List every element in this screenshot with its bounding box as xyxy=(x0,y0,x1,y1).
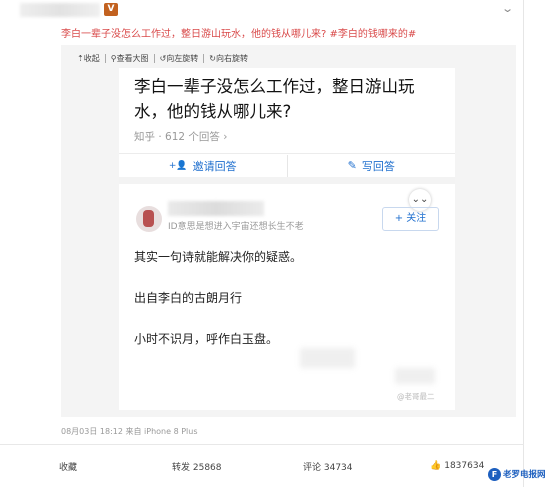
favorite-label: 收藏 xyxy=(59,462,78,473)
toolbar-view-large-label: 查看大图 xyxy=(116,54,149,63)
image-watermark: @老哥最二 xyxy=(397,392,435,401)
post-meta: 08月03日 18:12 来自 iPhone 8 Plus xyxy=(61,427,198,436)
toolbar-view-large[interactable]: ⚲ 查看大图 xyxy=(106,53,154,64)
invite-answer-button: +👤 邀请回答 xyxy=(119,154,287,177)
answer-line: 其实一句诗就能解决你的疑惑。 xyxy=(134,250,303,264)
invite-user-icon: +👤 xyxy=(168,160,188,171)
answerer-name-blurred xyxy=(168,201,264,216)
rotate-left-icon: ↺ xyxy=(159,54,167,63)
comment-button[interactable]: 评论 34734 xyxy=(303,455,353,477)
answerer-avatar xyxy=(136,206,162,232)
toolbar-rotate-left-label: 向左旋转 xyxy=(166,54,199,63)
question-meta: 知乎 · 612 个回答 › xyxy=(134,131,228,143)
site-logo: F 老罗电报网 xyxy=(488,467,546,481)
post-stats-bar: 收藏 转发 25868 评论 34734 👍 1837634 xyxy=(0,455,524,477)
answer-line: 出自李白的古朗月行 xyxy=(134,291,243,305)
answer-line: 小时不识月，呼作白玉盘。 xyxy=(134,332,279,346)
like-count: 1837634 xyxy=(444,461,485,471)
blur-smudge xyxy=(395,368,435,384)
author-name-blurred[interactable] xyxy=(20,3,100,17)
toolbar-collapse[interactable]: ⇡ 收起 xyxy=(72,53,105,64)
site-logo-text: 老罗电报网 xyxy=(503,470,546,480)
like-button[interactable]: 👍 1837634 xyxy=(430,455,484,477)
image-toolbar: ⇡ 收起 ⚲ 查看大图 ↺ 向左旋转 ↻ 向右旋转 xyxy=(72,53,253,64)
post-text-link[interactable]: 钱从哪儿来? xyxy=(271,29,326,40)
post-text: 李白一辈子没怎么工作过，整日游山玩水，他的钱从哪儿来? #李白的钱哪来的# xyxy=(61,25,416,40)
edit-icon: ✎ xyxy=(347,159,357,172)
stats-divider xyxy=(0,444,524,445)
toolbar-collapse-label: 收起 xyxy=(83,54,100,63)
favorite-button[interactable]: 收藏 xyxy=(59,455,77,477)
write-answer-button: ✎ 写回答 xyxy=(288,154,456,177)
weibo-post-card: V ⌄ 李白一辈子没怎么工作过，整日游山玩水，他的钱从哪儿来? #李白的钱哪来的… xyxy=(0,0,524,487)
answerer-bio: ID意思是想进入宇宙还想长生不老 xyxy=(168,222,304,232)
vip-badge-icon: V xyxy=(104,3,118,16)
chevron-down-icon[interactable]: ⌄ xyxy=(501,2,514,15)
write-answer-label: 写回答 xyxy=(361,159,395,173)
site-logo-mark: F xyxy=(488,467,501,481)
follow-button: + 关注 xyxy=(382,207,439,231)
repost-label: 转发 25868 xyxy=(172,462,222,473)
rotate-right-icon: ↻ xyxy=(209,54,216,63)
post-text-prefix: 李白一辈子没怎么工作过，整日游山玩水，他的 xyxy=(61,29,271,40)
comment-label: 评论 34734 xyxy=(303,462,353,473)
arrow-up-icon: ⇡ xyxy=(77,54,84,63)
hashtag-link[interactable]: #李白的钱哪来的# xyxy=(330,29,417,40)
question-title: 李白一辈子没怎么工作过，整日游山玩水，他的钱从哪儿来? xyxy=(134,77,415,121)
blur-smudge xyxy=(300,348,355,368)
toolbar-rotate-right[interactable]: ↻ 向右旋转 xyxy=(204,53,253,64)
answer-action-bar: +👤 邀请回答 ✎ 写回答 xyxy=(119,153,455,184)
repost-button[interactable]: 转发 25868 xyxy=(172,455,222,477)
toolbar-rotate-right-label: 向右旋转 xyxy=(215,54,248,63)
toolbar-rotate-left[interactable]: ↺ 向左旋转 xyxy=(155,53,204,64)
thumbs-up-icon: 👍 xyxy=(430,461,442,471)
invite-answer-label: 邀请回答 xyxy=(192,159,237,173)
